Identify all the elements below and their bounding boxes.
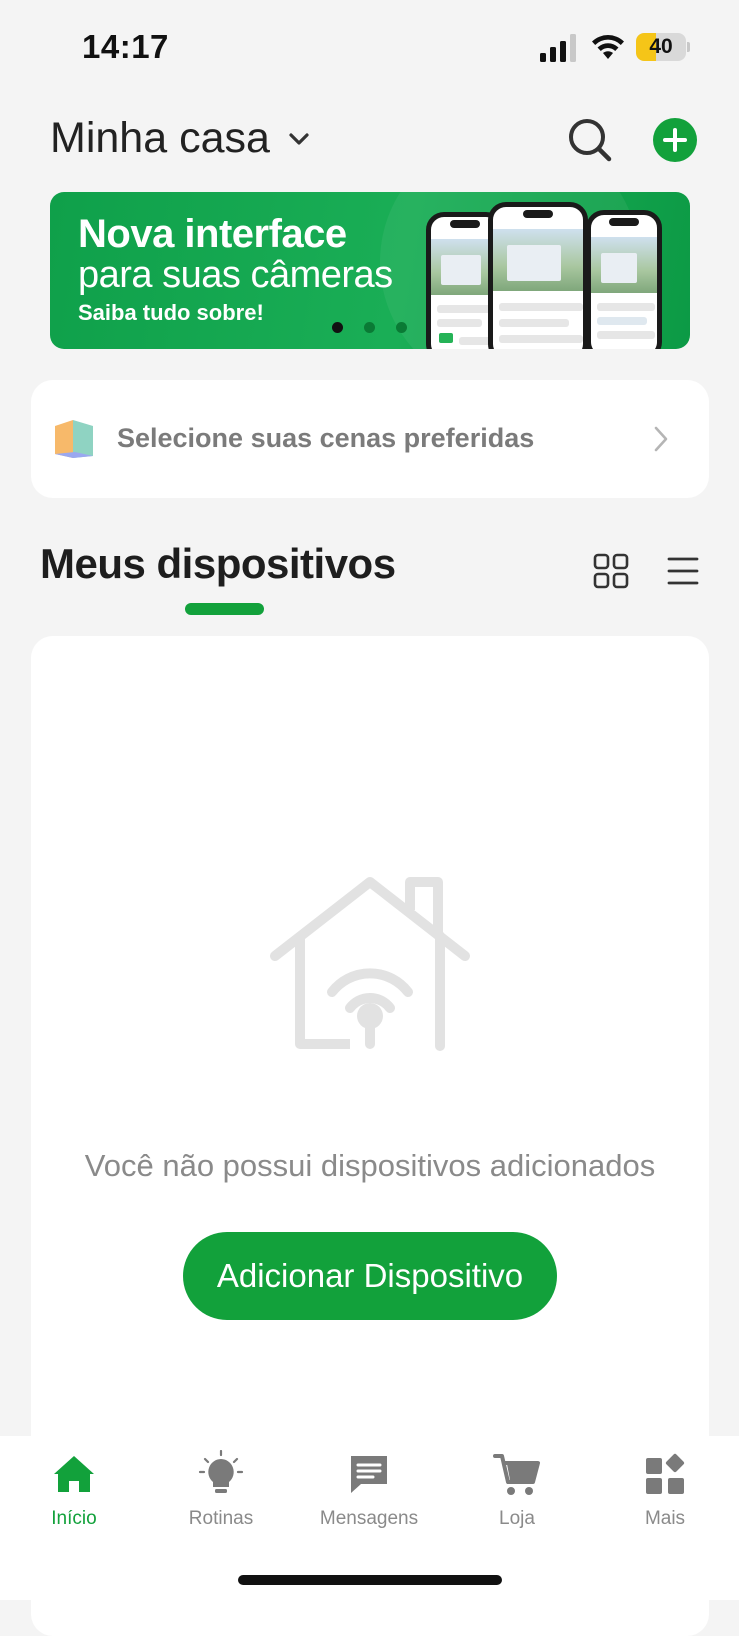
- promo-banner[interactable]: Nova interface para suas câmeras Saiba t…: [50, 192, 690, 349]
- status-time: 14:17: [82, 28, 169, 65]
- smart-home-empty-icon: [270, 877, 470, 1051]
- home-name: Minha casa: [50, 114, 270, 162]
- add-button[interactable]: [653, 118, 697, 162]
- lightbulb-icon: [198, 1450, 244, 1493]
- banner-cta: Saiba tudo sobre!: [78, 300, 264, 325]
- nav-label-inicio: Início: [51, 1508, 97, 1529]
- phone-illustration-center: [488, 202, 588, 349]
- chevron-right-icon: [654, 426, 668, 452]
- nav-label-mensagens: Mensagens: [319, 1508, 419, 1529]
- nav-item-mais[interactable]: Mais: [600, 1450, 730, 1530]
- home-icon: [54, 1456, 94, 1492]
- list-view-icon[interactable]: [667, 556, 699, 586]
- search-icon[interactable]: [566, 116, 614, 164]
- nav-item-loja[interactable]: Loja: [452, 1450, 582, 1530]
- wifi-icon: [592, 35, 624, 59]
- chevron-down-icon: [289, 132, 309, 145]
- cart-icon: [493, 1454, 540, 1495]
- nav-label-loja: Loja: [499, 1508, 535, 1529]
- message-icon: [351, 1456, 387, 1493]
- carousel-dots: [332, 322, 407, 333]
- nav-label-mais: Mais: [644, 1508, 686, 1529]
- banner-title: Nova interface: [78, 212, 347, 256]
- banner-subtitle: para suas câmeras: [78, 254, 393, 296]
- battery-icon: 40: [636, 33, 690, 61]
- carousel-dot-active[interactable]: [332, 322, 343, 333]
- nav-item-mensagens[interactable]: Mensagens: [304, 1450, 434, 1530]
- add-icon: [663, 128, 687, 152]
- scenes-label: Selecione suas cenas preferidas: [117, 423, 535, 453]
- nav-label-rotinas: Rotinas: [188, 1508, 254, 1529]
- apps-icon: [646, 1453, 685, 1494]
- home-indicator[interactable]: [238, 1575, 502, 1585]
- grid-view-icon[interactable]: [593, 553, 629, 589]
- carousel-dot[interactable]: [364, 322, 375, 333]
- nav-item-inicio[interactable]: Início: [9, 1450, 139, 1530]
- home-selector[interactable]: Minha casa: [50, 114, 310, 163]
- carousel-dot[interactable]: [396, 322, 407, 333]
- nav-item-rotinas[interactable]: Rotinas: [156, 1450, 286, 1530]
- battery-level: 40: [649, 35, 673, 58]
- devices-tab-indicator: [185, 603, 264, 615]
- signal-icon: [540, 34, 576, 62]
- scenes-cube-icon: [55, 420, 93, 458]
- scenes-card[interactable]: Selecione suas cenas preferidas: [31, 380, 709, 498]
- empty-state-message: Você não possui dispositivos adicionados: [84, 1148, 656, 1183]
- add-device-button[interactable]: Adicionar Dispositivo: [183, 1232, 557, 1320]
- phone-illustration-right: [586, 210, 662, 349]
- devices-title[interactable]: Meus dispositivos: [40, 540, 396, 588]
